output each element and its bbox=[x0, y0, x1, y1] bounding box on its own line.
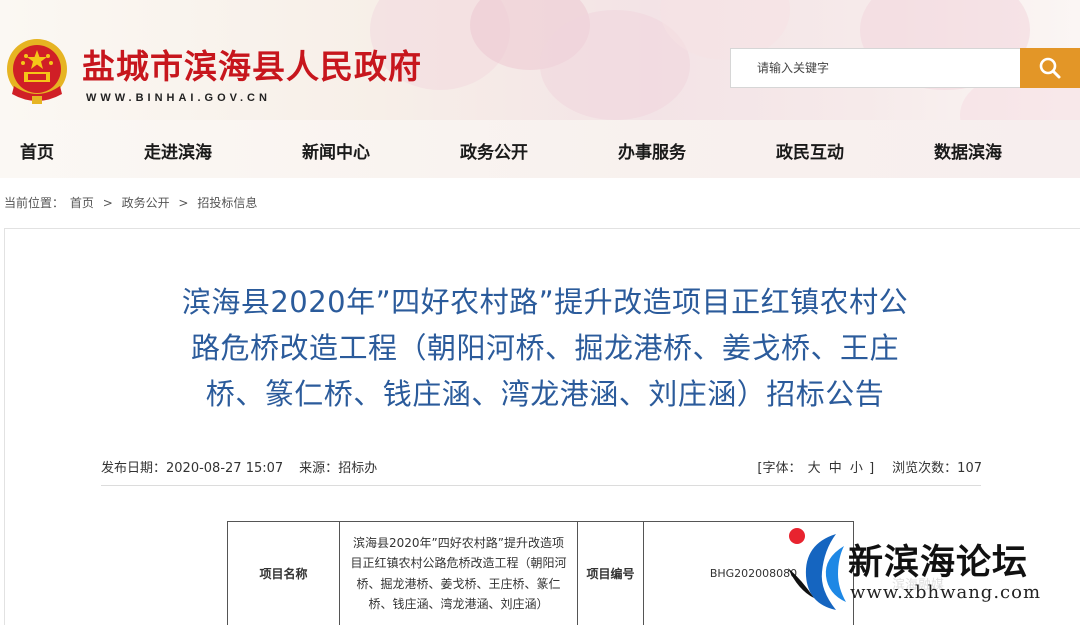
breadcrumb-home[interactable]: 首页 bbox=[70, 196, 94, 210]
article-tools: [字体： 大 中 小 ] 浏览次数：107 bbox=[757, 457, 982, 476]
project-name-line: 桥、钱庄涵、湾龙港涵、刘庄涵） bbox=[368, 597, 549, 611]
article-title: 滨海县2020年”四好农村路”提升改造项目正红镇农村公 路危桥改造工程（朝阳河桥… bbox=[95, 279, 995, 417]
project-no-label: 项目编号 bbox=[577, 521, 644, 625]
font-size-close: ] bbox=[869, 461, 875, 476]
site-url: WWW.BINHAI.GOV.CN bbox=[86, 92, 271, 104]
nav-item-services[interactable]: 办事服务 bbox=[618, 138, 686, 163]
breadcrumb-separator: > bbox=[102, 196, 113, 210]
source-value: 招标办 bbox=[338, 461, 378, 476]
nav-item-interaction[interactable]: 政民互动 bbox=[776, 138, 844, 163]
publish-date-label: 发布日期： bbox=[101, 461, 167, 476]
project-name-line: 桥、掘龙港桥、姜戈桥、王庄桥、篆仁 bbox=[356, 576, 561, 591]
font-size-small-button[interactable]: 小 bbox=[850, 461, 863, 476]
search-icon bbox=[1039, 57, 1061, 79]
project-name-line: 目正红镇农村公路危桥改造工程（朝阳河 bbox=[350, 556, 567, 570]
font-size-label: [字体： bbox=[757, 461, 802, 476]
breadcrumb-label: 当前位置： bbox=[4, 196, 65, 210]
main-nav: 首页 走进滨海 新闻中心 政务公开 办事服务 政民互动 数据滨海 bbox=[0, 120, 1080, 178]
nav-item-gov-affairs[interactable]: 政务公开 bbox=[460, 138, 528, 163]
forum-watermark: 新滨海论坛 滨海融媒 www.xbhwang.com bbox=[784, 524, 1080, 625]
search-box bbox=[730, 48, 1022, 88]
views-label: 浏览次数： bbox=[892, 461, 958, 476]
site-title: 盐城市滨海县人民政府 bbox=[82, 47, 422, 86]
article-meta: 发布日期：2020-08-27 15:07 来源：招标办 bbox=[101, 457, 377, 476]
project-name-label: 项目名称 bbox=[227, 521, 340, 625]
article-title-line: 滨海县2020年”四好农村路”提升改造项目正红镇农村公 bbox=[181, 285, 909, 319]
views-count: 107 bbox=[957, 461, 982, 476]
project-name-value: 滨海县2020年”四好农村路”提升改造项 目正红镇农村公路危桥改造工程（朝阳河 … bbox=[339, 521, 578, 625]
table-row: 项目名称 滨海县2020年”四好农村路”提升改造项 目正红镇农村公路危桥改造工程… bbox=[227, 521, 854, 625]
search-button[interactable] bbox=[1020, 48, 1080, 88]
font-size-large-button[interactable]: 大 bbox=[808, 461, 821, 476]
breadcrumb: 当前位置： 首页 > 政务公开 > 招投标信息 bbox=[4, 194, 257, 211]
breadcrumb-gov-affairs[interactable]: 政务公开 bbox=[122, 196, 170, 210]
xbhwang-logo-icon bbox=[788, 528, 846, 610]
article-title-line: 桥、篆仁桥、钱庄涵、湾龙港涵、刘庄涵）招标公告 bbox=[205, 377, 885, 411]
article-title-line: 路危桥改造工程（朝阳河桥、掘龙港桥、姜戈桥、王庄 bbox=[190, 331, 899, 365]
meta-divider bbox=[101, 485, 981, 486]
site-header: 盐城市滨海县人民政府 WWW.BINHAI.GOV.CN bbox=[0, 0, 1080, 120]
nav-item-news[interactable]: 新闻中心 bbox=[302, 138, 370, 163]
publish-date: 2020-08-27 15:07 bbox=[166, 461, 284, 476]
breadcrumb-bidding-info[interactable]: 招投标信息 bbox=[197, 196, 257, 210]
project-info-table: 项目名称 滨海县2020年”四好农村路”提升改造项 目正红镇农村公路危桥改造工程… bbox=[227, 521, 854, 625]
nav-item-about[interactable]: 走进滨海 bbox=[144, 138, 212, 163]
search-input[interactable] bbox=[731, 49, 1022, 87]
project-name-line: 滨海县2020年”四好农村路”提升改造项 bbox=[353, 535, 564, 550]
nav-item-data[interactable]: 数据滨海 bbox=[934, 138, 1002, 163]
breadcrumb-separator: > bbox=[178, 196, 189, 210]
nav-item-home[interactable]: 首页 bbox=[20, 138, 54, 163]
source-label: 来源： bbox=[299, 461, 339, 476]
font-size-medium-button[interactable]: 中 bbox=[829, 461, 842, 476]
watermark-url: www.xbhwang.com bbox=[850, 582, 1042, 603]
national-emblem-icon bbox=[7, 39, 67, 104]
